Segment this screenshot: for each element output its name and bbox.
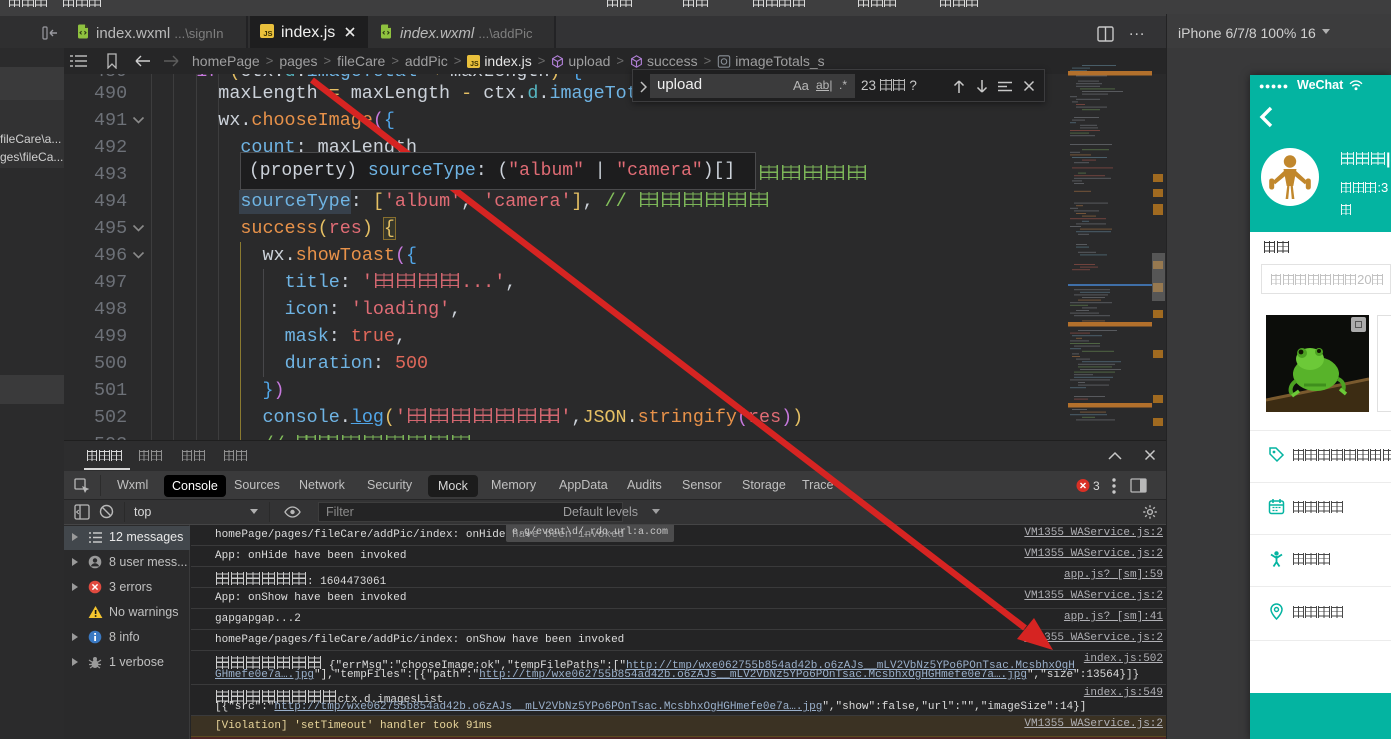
svg-text:3: 3 (1093, 479, 1100, 493)
svg-text:JS: JS (470, 61, 479, 68)
svg-text:JS: JS (263, 29, 272, 38)
